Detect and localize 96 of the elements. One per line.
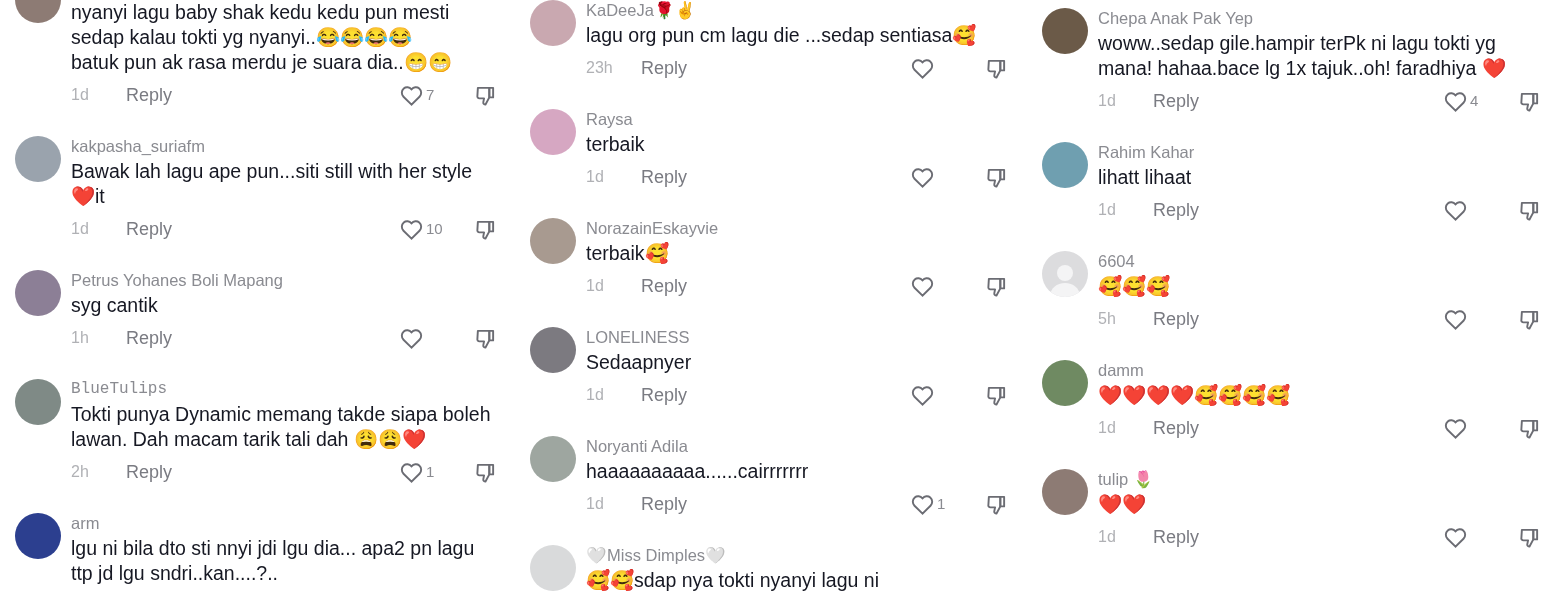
username[interactable]: Petrus Yohanes Boli Mapang <box>71 270 283 290</box>
timestamp: 5h <box>1098 309 1117 329</box>
like-count: 1 <box>426 461 435 482</box>
dislike-icon[interactable] <box>1519 90 1540 112</box>
reply-button[interactable]: Reply <box>126 81 173 109</box>
avatar-photo[interactable] <box>1042 469 1088 515</box>
comment-text: Tokti punya Dynamic memang takde siapa boleh lawan. Dah macam tarik tali dah 😩😩❤ <box>71 402 492 452</box>
comment-text: lgu ni bila dto sti nnyi jdi lgu dia... apa2 pn lagu ttp jd lgu sndri..kan....?.. <box>71 536 476 586</box>
username[interactable]: Rahim Kahar <box>1098 142 1195 162</box>
like-count: 10 <box>426 218 443 239</box>
comment-text: terbaik <box>586 132 646 157</box>
dislike-icon[interactable] <box>986 166 1007 188</box>
username[interactable]: 🤍Miss Dimples🤍 <box>586 545 727 565</box>
comment-text: 🥰🥰🥰 <box>1098 274 1171 299</box>
dislike-icon[interactable] <box>1519 308 1540 330</box>
comment-text: Bawak lah lagu ape pun...siti still with her style ❤it <box>71 159 474 209</box>
timestamp: 1d <box>586 385 605 405</box>
timestamp: 1d <box>1098 418 1117 438</box>
username[interactable]: Raysa <box>586 109 633 129</box>
heart-icon[interactable] <box>911 275 934 297</box>
comment-text: syg cantik <box>71 293 159 318</box>
timestamp: 1d <box>586 494 605 514</box>
heart-icon[interactable] <box>400 84 423 106</box>
heart-icon[interactable] <box>1444 308 1467 330</box>
reply-button[interactable]: Reply <box>126 324 173 352</box>
username[interactable]: Noryanti Adila <box>586 436 688 456</box>
dislike-icon[interactable] <box>475 84 496 106</box>
timestamp: 1d <box>1098 200 1117 220</box>
reply-button[interactable]: Reply <box>1153 87 1200 115</box>
dislike-icon[interactable] <box>986 493 1007 515</box>
dislike-icon[interactable] <box>986 57 1007 79</box>
dislike-icon[interactable] <box>475 461 496 483</box>
username[interactable]: kakpasha_suriafm <box>71 136 205 156</box>
like-count: 1 <box>937 493 946 514</box>
reply-button[interactable]: Reply <box>641 163 688 191</box>
username[interactable]: BlueTulips <box>71 379 167 399</box>
reply-button[interactable]: Reply <box>641 272 688 300</box>
reply-button[interactable]: Reply <box>1153 523 1200 551</box>
username[interactable]: LONELINESS <box>586 327 690 347</box>
username[interactable]: damm <box>1098 360 1144 380</box>
comment-text: 🥰🥰sdap nya tokti nyanyi lagu ni <box>586 568 880 593</box>
username[interactable]: Chepa Anak Pak Yep <box>1098 8 1254 28</box>
reply-button[interactable]: Reply <box>641 54 688 82</box>
avatar-photo[interactable] <box>15 513 61 559</box>
dislike-icon[interactable] <box>475 218 496 240</box>
heart-icon[interactable] <box>1444 526 1467 548</box>
reply-button[interactable]: Reply <box>641 381 688 409</box>
heart-icon[interactable] <box>911 166 934 188</box>
comment-text: woww..sedap gile.hampir terPk ni lagu tokti yg mana! hahaa.bace lg 1x tajuk..oh! faradhiya ❤ <box>1098 31 1507 81</box>
dislike-icon[interactable] <box>986 384 1007 406</box>
username[interactable]: KaDeeJa🌹✌ <box>586 0 696 20</box>
heart-icon[interactable] <box>400 327 423 349</box>
comment-text: ❤❤❤❤🥰🥰🥰🥰 <box>1098 383 1291 408</box>
heart-icon[interactable] <box>1444 417 1467 439</box>
heart-icon[interactable] <box>911 384 934 406</box>
username[interactable]: tulip 🌷 <box>1098 469 1154 489</box>
heart-icon[interactable] <box>911 57 934 79</box>
like-count: 4 <box>1470 90 1479 111</box>
avatar-photo[interactable] <box>530 327 576 373</box>
avatar-photo[interactable] <box>1042 8 1088 54</box>
comment-text: lagu org pun cm lagu die ...sedap sentiasa🥰 <box>586 23 978 48</box>
timestamp: 2h <box>71 462 90 482</box>
heart-icon[interactable] <box>400 218 423 240</box>
heart-icon[interactable] <box>1444 199 1467 221</box>
comment-text: Sedaapnyer <box>586 350 693 375</box>
dislike-icon[interactable] <box>1519 526 1540 548</box>
timestamp: 1d <box>1098 91 1117 111</box>
reply-button[interactable]: Reply <box>641 490 688 518</box>
timestamp: 1h <box>71 328 90 348</box>
heart-icon[interactable] <box>400 461 423 483</box>
comment-text: nyanyi lagu baby shak kedu kedu pun mesti sedap kalau tokti yg nyanyi..😂😂😂😂 batuk pun ak rasa merdu je suara dia..😁😁 <box>71 0 453 75</box>
like-count: 7 <box>426 84 435 105</box>
username[interactable]: 6604 <box>1098 251 1135 271</box>
reply-button[interactable]: Reply <box>1153 196 1200 224</box>
dislike-icon[interactable] <box>475 327 496 349</box>
dislike-icon[interactable] <box>986 275 1007 297</box>
dislike-icon[interactable] <box>1519 417 1540 439</box>
timestamp: 1d <box>1098 527 1117 547</box>
reply-button[interactable]: Reply <box>1153 414 1200 442</box>
timestamp: 23h <box>586 58 614 78</box>
heart-icon[interactable] <box>1444 90 1467 112</box>
username[interactable]: arm <box>71 513 100 533</box>
reply-button[interactable]: Reply <box>126 215 173 243</box>
reply-button[interactable]: Reply <box>1153 305 1200 333</box>
timestamp: 1d <box>71 85 90 105</box>
timestamp: 1d <box>71 219 90 239</box>
dislike-icon[interactable] <box>1519 199 1540 221</box>
timestamp: 1d <box>586 167 605 187</box>
reply-button[interactable]: Reply <box>126 458 173 486</box>
username[interactable]: NorazainEskayvie <box>586 218 719 238</box>
timestamp: 1d <box>586 276 605 296</box>
comment-text: lihatt lihaat <box>1098 165 1193 190</box>
comment-text: haaaaaaaaaa......cairrrrrrr <box>586 459 810 484</box>
comment-text: ❤❤ <box>1098 492 1147 517</box>
heart-icon[interactable] <box>911 493 934 515</box>
comment-text: terbaik🥰 <box>586 241 670 266</box>
